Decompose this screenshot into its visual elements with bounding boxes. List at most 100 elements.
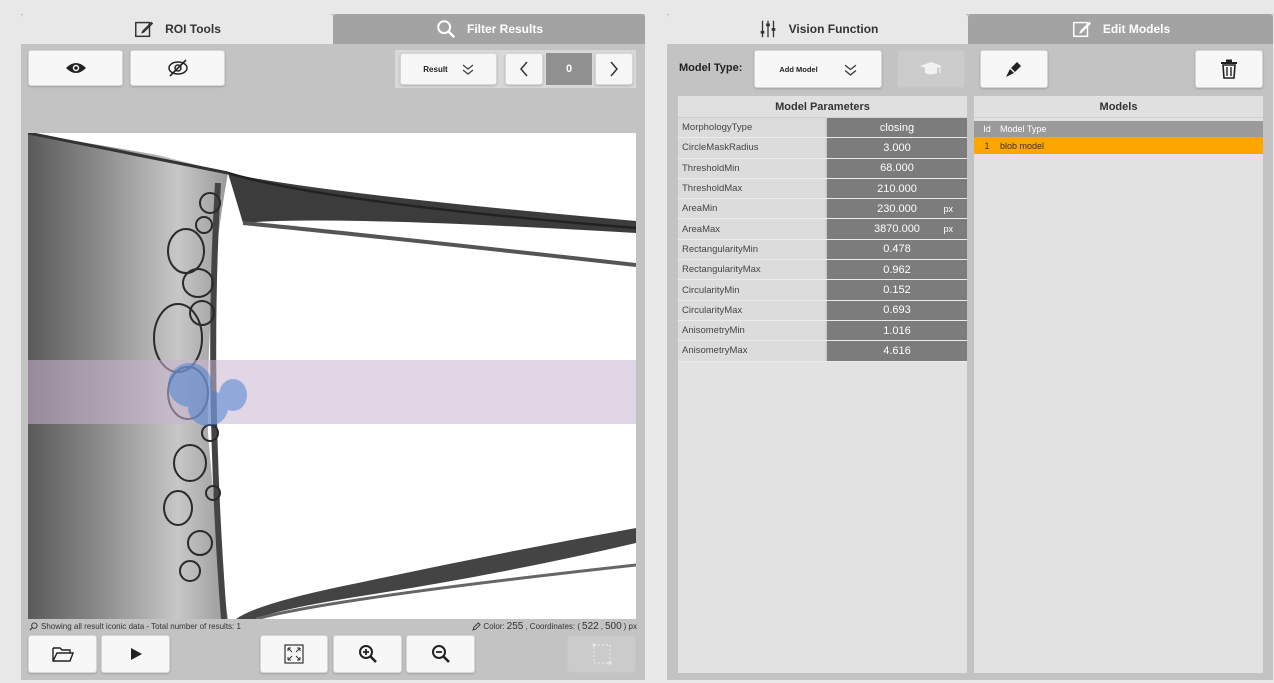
parameter-value[interactable]: 230.000 px [827,199,967,219]
show-button[interactable] [28,50,123,86]
model-parameters-panel: Model Parameters MorphologyType closing Ci… [678,96,967,673]
fullscreen-icon [284,644,304,664]
fit-to-window-button[interactable] [260,635,328,673]
image-viewer[interactable] [28,133,636,619]
parameter-value[interactable]: 3.000 [827,138,967,158]
parameter-value[interactable]: 1.016 [827,320,967,341]
coordinates-label: , Coordinates: ( [525,621,581,631]
next-result-button[interactable] [595,53,633,85]
brush-button[interactable] [980,50,1048,88]
parameter-row[interactable]: CircleMaskRadius 3.000 [678,138,967,159]
hide-button[interactable] [130,50,225,86]
roi-rectangle[interactable] [28,360,636,424]
zoom-in-icon [358,645,377,663]
parameter-name: AnisometryMax [678,341,827,361]
model-id: 1 [984,140,990,151]
parameter-row[interactable]: RectangularityMin 0.478 [678,239,967,261]
parameter-value[interactable]: 4.616 [827,341,967,361]
parameter-row[interactable]: CircularityMax 0.693 [678,300,967,321]
parameter-value-text: 3870.000 [874,223,920,236]
left-panel: ROI Tools Filter Results Result 0 Showin… [21,14,645,680]
trash-icon [1221,59,1237,79]
zoom-out-button[interactable] [406,635,475,673]
models-title: Models [974,96,1263,118]
open-folder-button[interactable] [28,635,97,673]
parameter-value[interactable]: 3870.000 px [827,219,967,239]
tab-roi-tools[interactable]: ROI Tools [21,14,333,44]
play-icon [130,648,142,660]
parameter-row[interactable]: CircularityMin 0.152 [678,280,967,301]
parameter-row[interactable]: AreaMax 3870.000 px [678,219,967,240]
delete-model-button[interactable] [1195,50,1263,88]
parameter-row[interactable]: AreaMin 230.000 px [678,199,967,220]
parameter-value[interactable]: 210.000 [827,178,967,199]
parameter-name: ThresholdMin [678,158,827,178]
coord-x: 522 [582,620,599,632]
folder-open-icon [51,647,74,662]
play-button[interactable] [101,635,170,673]
models-table: Id Model Type 1 blob model [974,118,1263,154]
previous-result-button[interactable] [505,53,543,85]
model-row[interactable]: 1 blob model [974,137,1263,154]
parameter-name: AreaMax [678,219,827,239]
parameter-value-text: 210.000 [877,182,917,195]
search-icon [29,621,38,630]
parameter-row[interactable]: ThresholdMax 210.000 [678,178,967,200]
parameter-name: CircularityMin [678,280,827,300]
parameter-value-text: 0.693 [883,304,911,317]
models-header-row: Id Model Type [974,121,1263,137]
parameter-unit: px [943,203,953,214]
parameter-value-text: 4.616 [883,344,911,357]
parameter-name: RectangularityMin [678,239,827,260]
column-header-model-type: Model Type [1000,124,1047,134]
parameter-value[interactable]: 0.478 [827,239,967,260]
tab-edit-models[interactable]: Edit Models [968,14,1273,44]
pencil-icon [472,621,482,631]
parameter-row[interactable]: AnisometryMin 1.016 [678,320,967,342]
parameter-name: ThresholdMax [678,178,827,199]
right-panel: Vision Function Edit Models Model Type: … [667,14,1273,680]
parameter-value-text: 0.962 [883,263,911,276]
model-type: blob model [1000,140,1045,151]
model-type-label: Model Type: [679,62,743,74]
tab-vision-function[interactable]: Vision Function [667,14,968,44]
add-model-dropdown[interactable]: Add Model [754,50,882,88]
zoom-out-icon [431,645,450,663]
brush-icon [1006,62,1021,77]
status-bar: Showing all result iconic data - Total n… [29,620,637,632]
status-message: Showing all result iconic data - Total n… [41,621,241,631]
parameter-name: CircleMaskRadius [678,138,827,158]
parameter-unit: px [943,224,953,235]
parameter-value-text: 230.000 [877,202,917,215]
chevron-right-icon [610,61,618,77]
sliders-icon [760,20,775,38]
parameter-name: AnisometryMin [678,320,827,341]
zoom-in-button[interactable] [333,635,402,673]
chevron-left-icon [520,61,528,77]
parameter-value[interactable]: closing [827,118,967,138]
parameter-row[interactable]: ThresholdMin 68.000 [678,158,967,179]
result-dropdown[interactable]: Result [400,53,497,85]
roi-select-icon [592,643,611,665]
eye-slash-icon [167,59,188,77]
parameter-value[interactable]: 0.693 [827,300,967,320]
parameter-row[interactable]: RectangularityMax 0.962 [678,260,967,281]
parameter-value-text: 1.016 [883,324,911,337]
edit-icon [1072,21,1091,38]
parameter-name: CircularityMax [678,300,827,320]
train-model-button[interactable] [897,50,965,88]
parameter-value-text: 3.000 [883,141,911,154]
parameter-name: MorphologyType [678,118,827,138]
color-label: Color: [483,621,505,631]
parameter-row[interactable]: MorphologyType closing [678,118,967,139]
parameter-value[interactable]: 68.000 [827,158,967,178]
models-panel: Models Id Model Type 1 blob model [974,96,1263,673]
parameter-value[interactable]: 0.962 [827,260,967,280]
coord-unit: ) px [623,621,637,631]
tab-filter-results[interactable]: Filter Results [333,14,645,44]
parameter-value[interactable]: 0.152 [827,280,967,300]
roi-select-button[interactable] [567,635,636,673]
eye-icon [65,63,86,73]
parameter-row[interactable]: AnisometryMax 4.616 [678,341,967,362]
parameter-value-text: 0.152 [883,284,911,297]
